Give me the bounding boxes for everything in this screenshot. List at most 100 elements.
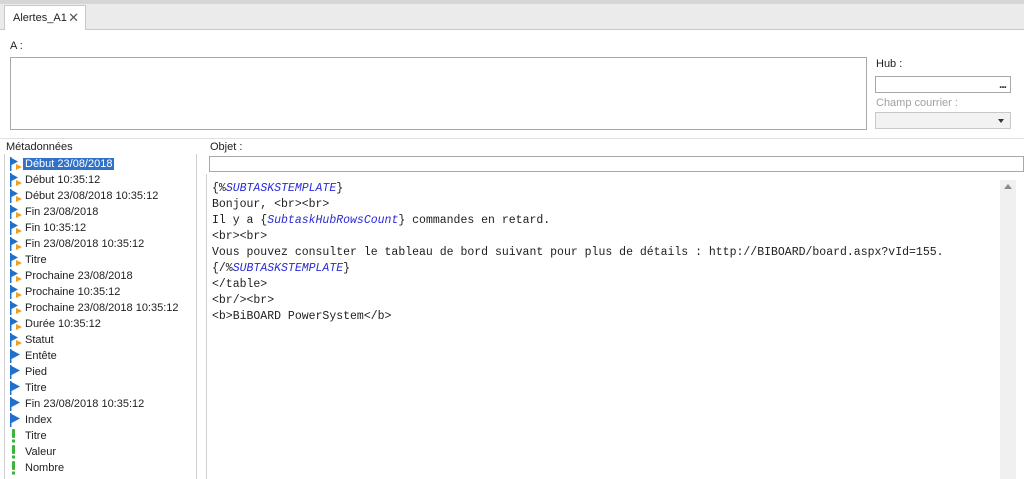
code-text: <br><br> [212, 230, 268, 243]
browse-button[interactable]: ... [999, 77, 1007, 91]
code-text: Vous pouvez consulter le tableau de bord… [212, 246, 944, 259]
template-keyword: SubtaskHubRowsCount [267, 214, 399, 227]
chevron-down-icon [998, 119, 1004, 123]
metadata-item[interactable]: Titre [5, 380, 197, 396]
recipient-input[interactable] [10, 57, 867, 130]
flag-date-icon [9, 285, 23, 299]
blue-flag-icon [9, 349, 23, 363]
section-divider [0, 138, 1024, 139]
code-text: Il y a { [212, 214, 268, 227]
code-line: Vous pouvez consulter le tableau de bord… [212, 246, 944, 259]
code-text: Bonjour, <br><br> [212, 198, 330, 211]
metadata-item-label: Durée 10:35:12 [25, 318, 101, 330]
metadata-item[interactable]: Valeur [5, 444, 197, 460]
metadata-item-label: Fin 23/08/2018 10:35:12 [25, 238, 145, 250]
metadata-item[interactable]: Statut [5, 332, 197, 348]
metadata-item-label: Titre [25, 382, 47, 394]
code-text: } commandes en retard. [398, 214, 551, 227]
flag-date-icon [9, 317, 23, 331]
metadata-item-label: Entête [25, 350, 57, 362]
code-text: </table> [212, 278, 268, 291]
code-line: Il y a {SubtaskHubRowsCount} commandes e… [212, 214, 550, 227]
green-exclamation-icon [9, 445, 23, 459]
flag-date-icon [9, 237, 23, 251]
body-editor[interactable]: {%SUBTASKSTEMPLATE} Bonjour, <br><br> Il y… [206, 174, 1024, 479]
close-icon[interactable]: ✕ [68, 10, 79, 26]
metadata-item-label: Fin 10:35:12 [25, 222, 87, 234]
editor-scrollbar[interactable] [1000, 180, 1016, 479]
metadata-item-label: Valeur [25, 446, 56, 458]
metadata-item-label: Prochaine 10:35:12 [25, 286, 121, 298]
blue-flag-icon [9, 365, 23, 379]
tab-alertes[interactable]: Alertes_A1 ✕ [4, 5, 86, 31]
blue-flag-icon [9, 413, 23, 427]
code-line: {/%SUBTASKSTEMPLATE} [212, 262, 350, 275]
code-line: <br/><br> [212, 294, 274, 307]
flag-date-icon [9, 189, 23, 203]
tab-strip: Alertes_A1 ✕ [0, 0, 1024, 31]
code-text: } [343, 262, 351, 275]
metadata-item[interactable]: Début 23/08/2018 [5, 156, 197, 172]
flag-date-icon [9, 157, 23, 171]
metadata-item-label: Titre [25, 254, 47, 266]
metadata-item[interactable]: Fin 10:35:12 [5, 220, 197, 236]
recipient-label: A : [10, 40, 23, 52]
scroll-up-icon[interactable] [1004, 184, 1012, 189]
code-text: {/% [212, 262, 233, 275]
metadata-item[interactable]: Titre [5, 428, 197, 444]
flag-date-icon [9, 269, 23, 283]
metadata-item[interactable]: Début 23/08/2018 10:35:12 [5, 188, 197, 204]
template-keyword: SUBTASKSTEMPLATE [225, 182, 337, 195]
metadata-item[interactable]: Fin 23/08/2018 10:35:12 [5, 396, 197, 412]
subject-label: Objet : [210, 141, 243, 153]
code-line: {%SUBTASKSTEMPLATE} [212, 182, 343, 195]
metadata-item-label: Début 23/08/2018 10:35:12 [25, 190, 159, 202]
metadata-item[interactable]: Entête [5, 348, 197, 364]
metadata-item[interactable]: Durée 10:35:12 [5, 316, 197, 332]
hub-label: Hub : [876, 58, 903, 70]
metadata-item-label: Nombre [25, 462, 65, 474]
metadata-item[interactable]: Index [5, 412, 197, 428]
metadata-item-label: Début 10:35:12 [25, 174, 101, 186]
code-text: } [336, 182, 344, 195]
code-line: <b>BiBOARD PowerSystem</b> [212, 310, 391, 323]
metadata-item[interactable]: Fin 23/08/2018 10:35:12 [5, 236, 197, 252]
metadata-label: Métadonnées [6, 141, 73, 153]
mail-field-label: Champ courrier : [876, 97, 958, 109]
code-line: </table> [212, 278, 267, 291]
mail-field-select[interactable] [875, 112, 1011, 129]
code-line: <br><br> [212, 230, 267, 243]
flag-date-icon [9, 333, 23, 347]
metadata-item-label: Prochaine 23/08/2018 [25, 270, 133, 282]
flag-date-icon [9, 253, 23, 267]
metadata-item[interactable]: Prochaine 10:35:12 [5, 284, 197, 300]
code-text: <br/><br> [212, 294, 275, 307]
metadata-item[interactable]: Pied [5, 364, 197, 380]
metadata-item-label: Pied [25, 366, 48, 378]
metadata-item-label: Statut [25, 334, 54, 346]
metadata-item[interactable]: Nombre [5, 460, 197, 476]
code-line: Bonjour, <br><br> [212, 198, 329, 211]
metadata-item[interactable]: Début 10:35:12 [5, 172, 197, 188]
metadata-item-label: Fin 23/08/2018 [25, 206, 99, 218]
flag-date-icon [9, 301, 23, 315]
metadata-list: Début 23/08/2018 Début 10:35:12 Début 23/0… [4, 154, 197, 479]
tab-title: Alertes_A1 [13, 12, 67, 24]
code-text: <b>BiBOARD PowerSystem</b> [212, 310, 392, 323]
metadata-item[interactable]: Prochaine 23/08/2018 [5, 268, 197, 284]
subject-input[interactable] [209, 156, 1024, 172]
blue-flag-icon [9, 397, 23, 411]
metadata-item-label: Prochaine 23/08/2018 10:35:12 [25, 302, 179, 314]
flag-date-icon [9, 205, 23, 219]
hub-input[interactable]: ... [875, 76, 1011, 93]
template-keyword: SUBTASKSTEMPLATE [232, 262, 344, 275]
metadata-item[interactable]: Prochaine 23/08/2018 10:35:12 [5, 300, 197, 316]
metadata-item[interactable]: Titre [5, 252, 197, 268]
green-exclamation-icon [9, 429, 23, 443]
metadata-item-label: Fin 23/08/2018 10:35:12 [25, 398, 145, 410]
metadata-item-label: Titre [25, 430, 47, 442]
flag-date-icon [9, 173, 23, 187]
metadata-item-label: Début 23/08/2018 [23, 158, 115, 170]
green-exclamation-icon [9, 461, 23, 475]
metadata-item[interactable]: Fin 23/08/2018 [5, 204, 197, 220]
